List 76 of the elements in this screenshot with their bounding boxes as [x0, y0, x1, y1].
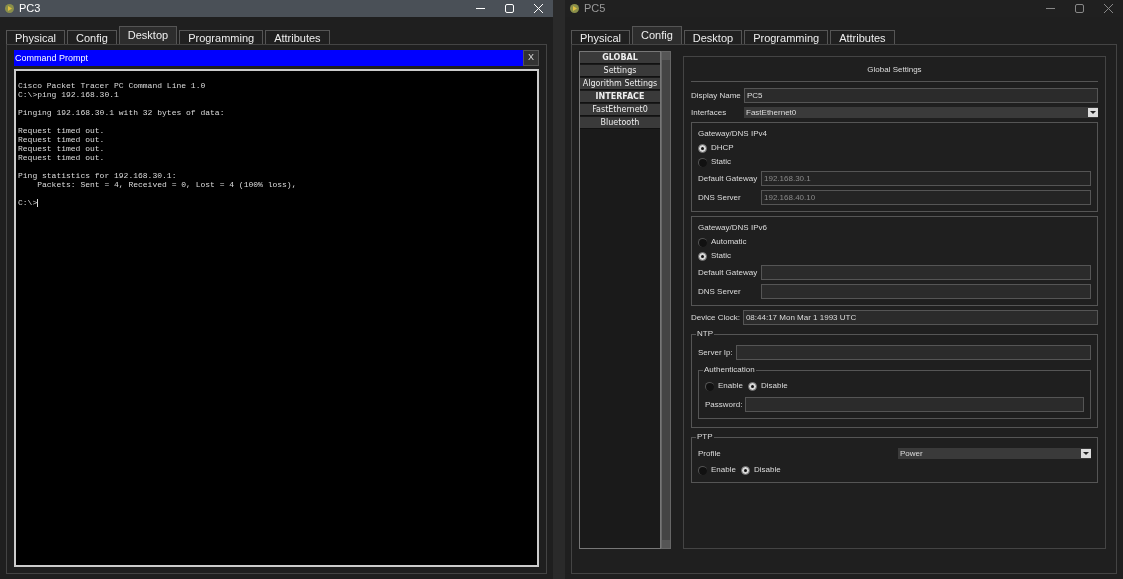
radio-label: Static [711, 251, 731, 261]
input-field[interactable]: 08:44:17 Mon Mar 1 1993 UTC [742, 310, 1098, 325]
sidebar-item[interactable]: Settings [580, 65, 660, 77]
terminal-line: Request timed out. [18, 126, 105, 135]
input-field[interactable]: PC5 [744, 88, 1098, 103]
tab[interactable]: Desktop [118, 26, 178, 44]
tab[interactable]: Physical [571, 30, 630, 44]
radio-button[interactable] [698, 237, 707, 247]
radio-button[interactable] [698, 251, 707, 261]
field-label: DNS Server [698, 286, 742, 297]
dropdown-arrow-icon [1088, 108, 1098, 117]
window-title: PC3 [19, 1, 41, 17]
radio-button[interactable] [698, 157, 707, 167]
terminal-line: Packets: Sent = 4, Received = 0, Lost = 4 (100% loss), [36, 180, 297, 189]
radio-label: Disable [753, 465, 781, 475]
sidebar-item[interactable]: Algorithm Settings [580, 78, 660, 90]
input-field[interactable] [735, 345, 1091, 360]
panel-heading: Global Settings [691, 65, 1098, 82]
tab[interactable]: Config [631, 26, 682, 44]
sidebar-item[interactable]: INTERFACE [580, 91, 660, 103]
field-label: Device Clock: [691, 312, 740, 323]
terminal-line: C:\> [18, 198, 38, 207]
tab[interactable]: Programming [744, 30, 829, 44]
terminal-line: Pinging 192.168.30.1 with 32 bytes of data: [18, 108, 225, 117]
close-button[interactable]: X [523, 50, 539, 66]
scrollbar[interactable] [661, 51, 671, 549]
radio-button[interactable] [705, 381, 714, 391]
maximize-icon[interactable] [1075, 4, 1084, 13]
radio-label: Disable [760, 381, 788, 391]
radio-button[interactable] [698, 465, 707, 475]
command-prompt-title-bar: Command Prompt [14, 50, 523, 66]
field-label: Interfaces [691, 107, 728, 118]
sidebar-item[interactable]: FastEthernet0 [580, 104, 660, 116]
field-label: Password: [705, 399, 743, 410]
tab[interactable]: Physical [6, 30, 65, 44]
radio-label: DHCP [711, 143, 734, 153]
app-icon [4, 3, 15, 14]
dropdown[interactable]: Power [898, 448, 1091, 459]
radio-label: Enable [711, 465, 736, 475]
terminal-line: Cisco Packet Tracer PC Command Line 1.0 [18, 81, 206, 90]
tab[interactable]: Attributes [830, 30, 895, 44]
input-field[interactable] [745, 397, 1084, 412]
tab[interactable]: Config [66, 30, 117, 44]
radio-button[interactable] [698, 143, 707, 153]
field-label: Display Name [691, 90, 741, 101]
radio-label: Automatic [711, 237, 747, 247]
terminal-screen[interactable] [14, 69, 539, 567]
radio-label: Enable [718, 381, 743, 391]
field-label: Default Gateway [698, 267, 758, 278]
input-field[interactable] [761, 265, 1091, 280]
app-icon [569, 3, 580, 14]
dropdown[interactable]: FastEthernet0 [744, 107, 1098, 118]
input-field[interactable] [761, 284, 1091, 299]
dropdown-arrow-icon [1081, 449, 1091, 458]
terminal-line: C:\>ping 192.168.30.1 [18, 90, 119, 99]
radio-label: Static [711, 157, 731, 167]
group-title: Gateway/DNS IPv4 [698, 129, 768, 139]
tab[interactable]: Attributes [265, 30, 330, 44]
window-title: PC5 [584, 1, 606, 17]
tab[interactable]: Programming [179, 30, 264, 44]
field-label: DNS Server [698, 192, 742, 203]
terminal-line: Request timed out. [18, 153, 105, 162]
close-icon[interactable] [1104, 4, 1113, 13]
terminal-line: Request timed out. [18, 144, 105, 153]
sidebar-item[interactable]: Bluetooth [580, 117, 660, 129]
group-title: Gateway/DNS IPv6 [698, 223, 768, 233]
radio-button[interactable] [747, 381, 757, 391]
field-label: Profile [698, 448, 722, 459]
radio-button[interactable] [740, 465, 750, 475]
tab[interactable]: Desktop [683, 30, 743, 44]
sidebar-item[interactable]: GLOBAL [580, 52, 660, 64]
terminal-line: Request timed out. [18, 135, 105, 144]
field-label: Default Gateway [698, 173, 758, 184]
text-cursor [37, 198, 39, 207]
field-label: Server Ip: [698, 347, 733, 358]
terminal-line: Ping statistics for 192.168.30.1: [18, 171, 177, 180]
